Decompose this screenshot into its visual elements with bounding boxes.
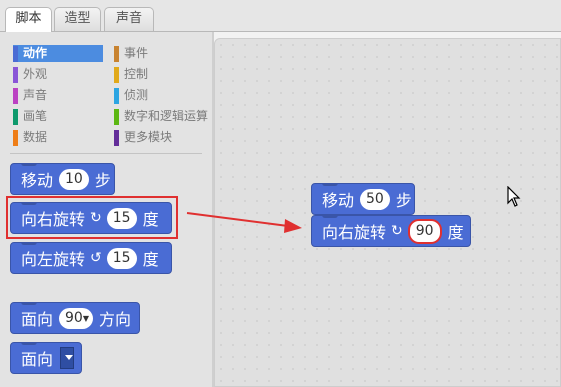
arrow-head bbox=[284, 219, 302, 233]
tab-scripts[interactable]: 脚本 bbox=[5, 7, 52, 32]
arrow-shaft bbox=[186, 212, 289, 227]
annotation-arrow bbox=[186, 212, 302, 233]
mouse-cursor-icon bbox=[507, 186, 521, 207]
